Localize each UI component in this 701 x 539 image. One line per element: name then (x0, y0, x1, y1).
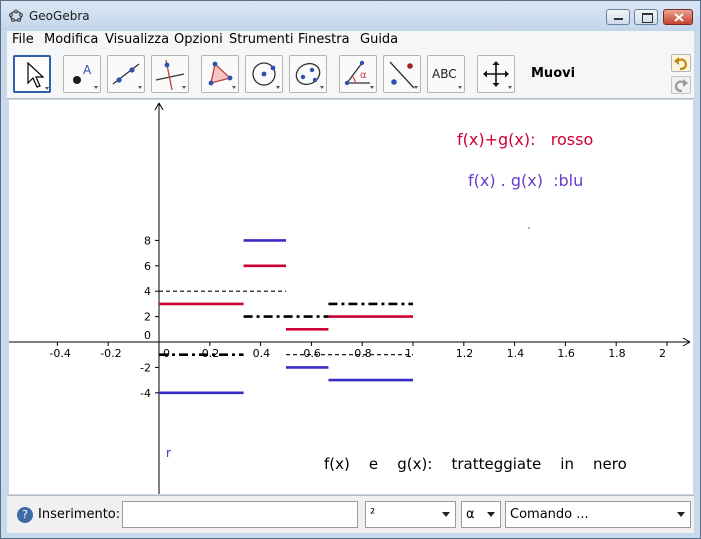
move-graphics-view-tool-button[interactable] (477, 55, 515, 93)
perpendicular-line-tool-button[interactable] (151, 55, 189, 93)
active-tool-label: Muovi (531, 66, 576, 81)
y-tick-label: -2 (140, 361, 151, 374)
help-icon[interactable]: ? (17, 507, 33, 523)
x-tick-label: 1.4 (507, 347, 524, 360)
product-annotation: f(x) . g(x) :blu (468, 171, 583, 190)
redo-button[interactable] (671, 76, 691, 94)
menu-guida[interactable]: Guida (360, 32, 398, 47)
maximize-button[interactable] (634, 9, 658, 25)
window-title: GeoGebra (29, 9, 90, 23)
y-tick-label: -4 (140, 387, 151, 400)
point-label: r (166, 446, 171, 460)
maximize-icon (642, 13, 653, 23)
ellipse-icon (295, 62, 324, 89)
point-tool-button[interactable]: A (63, 55, 101, 93)
pointer-arrow-icon (27, 61, 49, 90)
polygon-icon (208, 61, 236, 89)
ellipse-tool-button[interactable] (289, 55, 327, 93)
sum-annotation: f(x)+g(x): rosso (457, 130, 593, 149)
polygon-tool-button[interactable] (201, 55, 239, 93)
move-arrows-icon (483, 61, 512, 89)
x-tick-label: 0.6 (303, 347, 321, 360)
x-tick-label: 2 (659, 347, 666, 360)
x-tick-label: 0.8 (354, 347, 372, 360)
chevron-down-icon (442, 512, 450, 517)
function-plot[interactable]: -0.4-0.200.20.40.60.811.21.41.61.8286420… (9, 100, 693, 494)
text-icon: ABC (432, 67, 462, 89)
input-field[interactable] (122, 501, 358, 528)
y-tick-label: 8 (144, 234, 151, 247)
menu-strumenti[interactable]: Strumenti (229, 32, 294, 47)
x-tick-label: 1.2 (456, 347, 474, 360)
graphics-view[interactable]: -0.4-0.200.20.40.60.811.21.41.61.8286420… (9, 100, 693, 494)
input-bar: ? Inserimento: ² α Comando ... (7, 495, 694, 533)
title-bar[interactable]: GeoGebra (1, 1, 700, 31)
input-label: Inserimento: (38, 507, 121, 522)
svg-text:α: α (360, 70, 367, 81)
exponent-combo[interactable]: ² (365, 501, 456, 528)
x-tick-label: -0.2 (100, 347, 121, 360)
x-tick-label: -0.4 (49, 347, 70, 360)
y-tick-label: 4 (144, 285, 151, 298)
toolbar: A α ABC Muovi (7, 51, 694, 99)
angle-tool-button[interactable]: α (339, 55, 377, 93)
menu-opzioni[interactable]: Opzioni (174, 32, 223, 47)
exponent-combo-value: ² (370, 507, 376, 522)
circle-tool-button[interactable] (245, 55, 283, 93)
circle-icon (252, 62, 280, 89)
menu-modifica[interactable]: Modifica (44, 32, 98, 47)
x-tick-label: 1.8 (608, 347, 626, 360)
close-icon (674, 13, 684, 22)
y-tick-label: 0 (144, 329, 151, 342)
close-button[interactable] (663, 9, 693, 25)
reflect-icon (389, 61, 418, 89)
greek-combo[interactable]: α (461, 501, 501, 528)
undo-icon (674, 57, 688, 71)
undo-button[interactable] (671, 54, 691, 72)
menu-visualizza[interactable]: Visualizza (105, 32, 169, 47)
command-combo[interactable]: Comando ... (505, 501, 691, 528)
greek-combo-value: α (466, 507, 475, 522)
svg-text:A: A (83, 63, 92, 77)
redo-icon (674, 79, 688, 93)
menu-file[interactable]: File (12, 32, 34, 47)
command-combo-value: Comando ... (510, 507, 589, 522)
minimize-button[interactable] (606, 9, 630, 25)
x-tick-label: 1 (405, 347, 412, 360)
angle-icon: α (344, 60, 374, 89)
chevron-down-icon (677, 512, 685, 517)
x-tick-label: 1.6 (557, 347, 575, 360)
text-tool-button[interactable]: ABC (427, 55, 465, 93)
menu-bar: File Modifica Visualizza Opzioni Strumen… (7, 31, 694, 51)
line-tool-button[interactable] (107, 55, 145, 93)
stray-point (528, 227, 530, 229)
minimize-icon (614, 18, 623, 20)
chevron-down-icon (487, 512, 495, 517)
menu-finestra[interactable]: Finestra (298, 32, 350, 47)
legend-annotation: f(x) e g(x): tratteggiate in nero (324, 455, 627, 473)
y-tick-label: 6 (144, 260, 151, 273)
x-tick-label: 0.4 (253, 347, 271, 360)
point-icon: A (73, 63, 98, 89)
geogebra-app-icon (9, 9, 23, 22)
move-tool-button[interactable] (13, 55, 51, 93)
reflect-tool-button[interactable] (383, 55, 421, 93)
svg-text:ABC: ABC (432, 67, 457, 81)
y-tick-label: 2 (144, 311, 151, 324)
geogebra-window: GeoGebra File Modifica Visualizza Opzion… (0, 0, 701, 539)
line-icon (112, 63, 142, 89)
perpendicular-line-icon (155, 59, 186, 91)
